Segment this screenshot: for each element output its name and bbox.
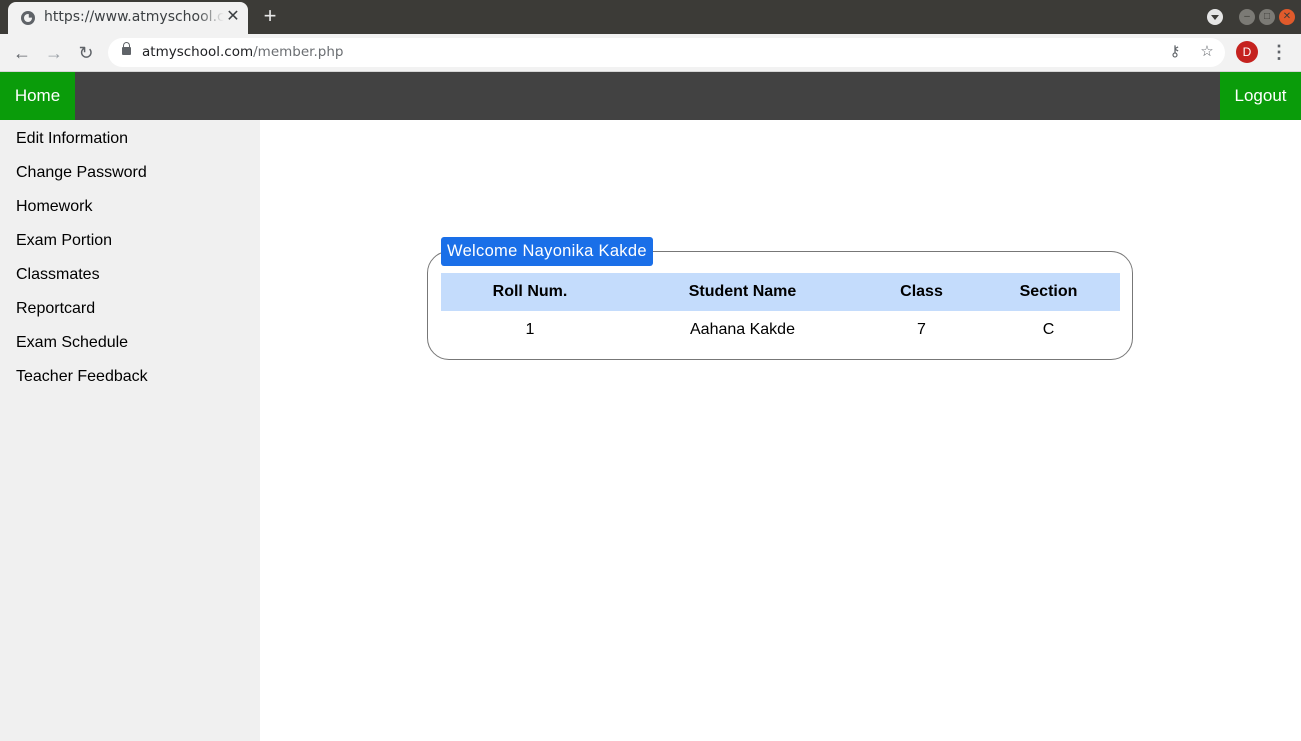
new-tab-button[interactable]: + [258, 4, 282, 28]
star-icon[interactable]: ☆ [1196, 41, 1218, 63]
browser-tab[interactable]: https://www.atmyschool.com/member.php ✕ [8, 2, 248, 34]
address-bar[interactable]: atmyschool.com/member.php ⚷ ☆ [108, 38, 1225, 67]
sidebar-item-exam-schedule[interactable]: Exam Schedule [0, 325, 260, 359]
column-header-student-name: Student Name [619, 273, 866, 311]
sidebar-item-reportcard[interactable]: Reportcard [0, 291, 260, 325]
sidebar-item-edit-information[interactable]: Edit Information [0, 121, 260, 155]
site-top-nav: Home Logout [0, 72, 1301, 120]
sidebar-item-teacher-feedback[interactable]: Teacher Feedback [0, 359, 260, 393]
window-controls: – □ ✕ [1207, 9, 1295, 25]
column-header-roll: Roll Num. [441, 273, 619, 311]
cell-student-name: Aahana Kakde [690, 321, 795, 338]
column-header-class: Class [866, 273, 977, 311]
cell-section: C [1042, 321, 1055, 338]
cell-roll: 1 [525, 321, 535, 338]
url-text: atmyschool.com/member.php [142, 44, 343, 60]
close-window-button[interactable]: ✕ [1279, 9, 1295, 25]
menu-dots-icon[interactable]: ⋮ [1268, 41, 1290, 63]
url-domain: atmyschool.com [142, 44, 254, 60]
cell-class: 7 [917, 321, 926, 338]
sidebar-item-exam-portion[interactable]: Exam Portion [0, 223, 260, 257]
student-table: Roll Num. Student Name Class Section 1 A… [441, 273, 1120, 349]
column-header-section: Section [977, 273, 1120, 311]
welcome-legend: Welcome Nayonika Kakde [441, 237, 653, 266]
sidebar-item-classmates[interactable]: Classmates [0, 257, 260, 291]
globe-icon [21, 11, 35, 25]
sidebar-item-homework[interactable]: Homework [0, 189, 260, 223]
browser-toolbar: ← → ↻ atmyschool.com/member.php ⚷ ☆ D ⋮ [0, 34, 1301, 72]
table-header-row: Roll Num. Student Name Class Section [441, 273, 1120, 311]
tab-close-icon[interactable]: ✕ [224, 8, 242, 26]
logout-link[interactable]: Logout [1220, 72, 1301, 120]
maximize-button[interactable]: □ [1259, 9, 1275, 25]
tab-title: https://www.atmyschool.com/member.php [44, 9, 224, 25]
home-link[interactable]: Home [0, 72, 75, 120]
url-path: /member.php [253, 44, 344, 60]
key-icon[interactable]: ⚷ [1164, 41, 1186, 63]
sidebar: Edit Information Change Password Homewor… [0, 120, 260, 741]
forward-arrow-icon[interactable]: → [42, 41, 66, 65]
reload-icon[interactable]: ↻ [74, 41, 98, 65]
back-arrow-icon[interactable]: ← [10, 41, 34, 65]
browser-tab-bar: https://www.atmyschool.com/member.php ✕ … [0, 0, 1301, 34]
sidebar-item-change-password[interactable]: Change Password [0, 155, 260, 189]
lock-icon[interactable] [122, 42, 131, 55]
tab-search-icon[interactable] [1207, 9, 1223, 25]
minimize-button[interactable]: – [1239, 9, 1255, 25]
table-row: 1 Aahana Kakde 7 C [441, 311, 1120, 349]
profile-avatar[interactable]: D [1236, 41, 1258, 63]
